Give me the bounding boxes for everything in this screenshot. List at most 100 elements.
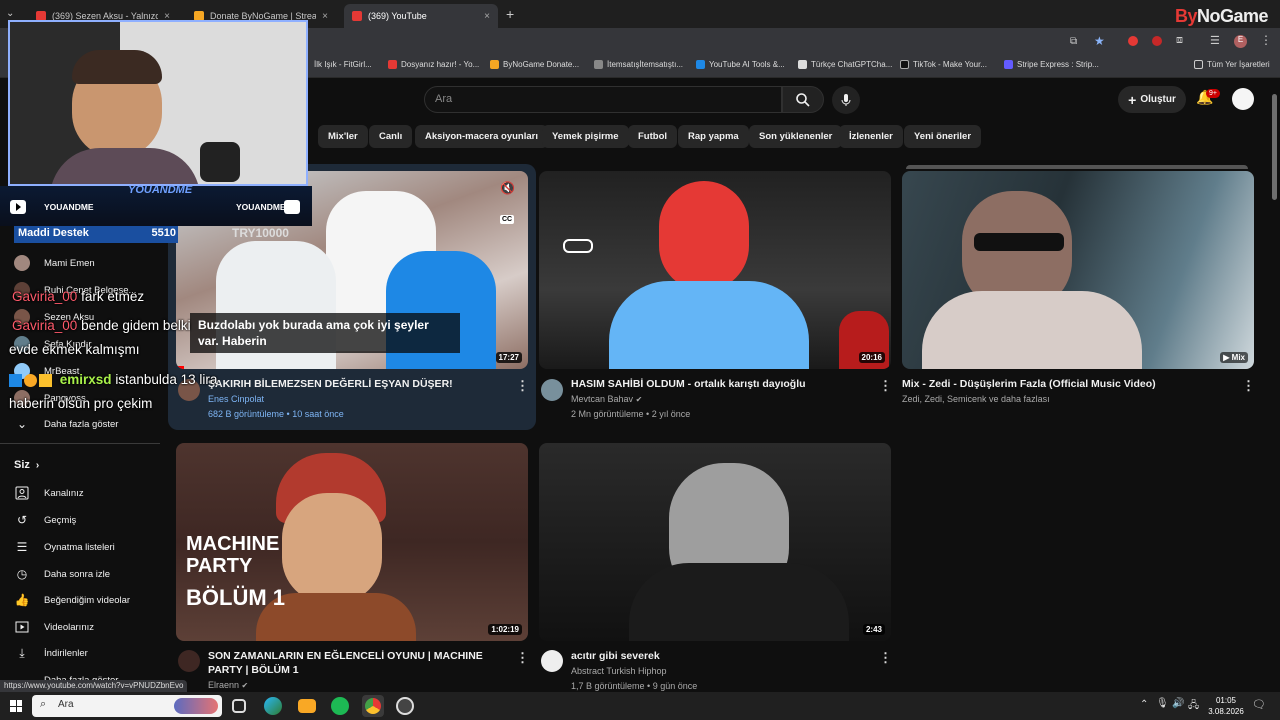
browser-menu-icon[interactable]: ⋮ bbox=[1260, 33, 1272, 47]
video-thumbnail[interactable]: 2:43 bbox=[539, 443, 891, 641]
windows-start-icon[interactable] bbox=[10, 700, 22, 712]
video-title[interactable]: SON ZAMANLARIN EN EĞLENCELİ OYUNU | MACH… bbox=[208, 649, 508, 677]
volume-icon[interactable]: 🔊 bbox=[1172, 698, 1184, 709]
create-button[interactable]: + Oluştur bbox=[1118, 86, 1186, 113]
chevron-down-icon: ⌄ bbox=[16, 417, 28, 431]
install-icon[interactable]: ⧉ bbox=[1070, 36, 1077, 47]
chip-mixes[interactable]: Mix'ler bbox=[318, 125, 368, 148]
video-title[interactable]: HASIM SAHİBİ OLDUM - ortalık karıştı day… bbox=[571, 377, 871, 391]
new-tab-button[interactable]: + bbox=[506, 6, 514, 22]
reading-list-icon[interactable]: ☰ bbox=[1210, 34, 1220, 47]
sidebar-item-playlists[interactable]: ☰ Oynatma listeleri bbox=[14, 539, 115, 555]
more-options-icon[interactable]: ⋮ bbox=[516, 378, 529, 394]
bookmark-label: İlk Işık - FitGirl... bbox=[314, 60, 372, 69]
bookmark-item[interactable]: İlk Işık - FitGirl... bbox=[314, 60, 372, 69]
sidebar-item-channel[interactable]: Kanalınız bbox=[14, 485, 84, 501]
close-icon[interactable]: × bbox=[322, 11, 328, 22]
cam-mic-shape bbox=[200, 142, 240, 182]
channel-name[interactable]: Elraenn ✔ bbox=[208, 678, 248, 693]
close-icon[interactable]: × bbox=[484, 11, 490, 22]
bookmark-item[interactable]: Stripe Express : Strip... bbox=[1004, 60, 1099, 69]
file-explorer-icon[interactable] bbox=[298, 699, 316, 713]
bookmark-item[interactable]: Türkçe ChatGPTCha... bbox=[798, 60, 892, 69]
avatar[interactable] bbox=[1232, 88, 1254, 110]
channel-name[interactable]: Mevtcan Bahav ✔ bbox=[571, 392, 642, 407]
chip-live[interactable]: Canlı bbox=[369, 125, 413, 148]
video-thumbnail[interactable]: ▶︎ Mix bbox=[902, 171, 1254, 369]
bookmark-item[interactable]: YouTube AI Tools &... bbox=[696, 60, 785, 69]
channel-icon bbox=[14, 485, 30, 501]
you-label: Siz bbox=[14, 459, 30, 471]
chat-badge-icon bbox=[24, 373, 37, 387]
video-title[interactable]: ŞAKIRIH BİLEMEZSEN DEĞERLİ EŞYAN DÜŞER! bbox=[208, 377, 508, 391]
search-button[interactable] bbox=[782, 86, 824, 113]
channel-name[interactable]: Abstract Turkish Hiphop bbox=[571, 664, 667, 678]
search-input[interactable]: Ara bbox=[424, 86, 782, 113]
chip-action-adventure[interactable]: Aksiyon-macera oyunları bbox=[415, 125, 548, 148]
more-options-icon[interactable]: ⋮ bbox=[879, 378, 892, 394]
sidebar-subscription[interactable]: Mami Emen bbox=[14, 255, 95, 271]
videos-icon bbox=[14, 619, 30, 635]
extension-icon[interactable] bbox=[1152, 36, 1162, 46]
video-thumbnail[interactable]: MACHINE PARTY BÖLÜM 1 1:02:19 bbox=[176, 443, 528, 641]
mic-icon bbox=[841, 94, 851, 106]
twitch-handle: YOUANDME bbox=[236, 202, 286, 212]
chip-football[interactable]: Futbol bbox=[628, 125, 678, 148]
more-options-icon[interactable]: ⋮ bbox=[1242, 378, 1255, 394]
sidebar-item-watch-later[interactable]: ◷ Daha sonra izle bbox=[14, 566, 110, 582]
bookmark-item[interactable]: TikTok - Make Your... bbox=[900, 60, 987, 69]
extension-icon[interactable] bbox=[1128, 36, 1138, 46]
page-scrollbar[interactable] bbox=[1272, 94, 1277, 200]
more-options-icon[interactable]: ⋮ bbox=[879, 650, 892, 666]
more-options-icon[interactable]: ⋮ bbox=[516, 650, 529, 666]
channel-name-label: Elraenn bbox=[208, 680, 240, 690]
thumbnail-text-line: BÖLÜM 1 bbox=[186, 585, 285, 610]
link-status-url: https://www.youtube.com/watch?v=vPNUDZbn… bbox=[0, 680, 188, 692]
clock-date: 3.08.2026 bbox=[1208, 707, 1244, 716]
sidebar-item-liked[interactable]: 👍 Beğendiğim videolar bbox=[14, 592, 131, 608]
chip-recently-uploaded[interactable]: Son yüklenenler bbox=[749, 125, 843, 148]
mute-icon[interactable]: 🔇 bbox=[500, 181, 515, 195]
channel-name[interactable]: Zedi, Zedi, Semicenk ve daha fazlası bbox=[902, 392, 1050, 406]
channel-avatar[interactable] bbox=[178, 650, 200, 672]
sidebar-you-header[interactable]: Siz › bbox=[14, 459, 39, 471]
download-icon: ⤓ bbox=[19, 645, 25, 660]
sidebar-item-downloads[interactable]: ⤓ İndirilenler bbox=[14, 645, 87, 661]
captions-icon[interactable]: CC bbox=[500, 215, 515, 224]
channel-avatar[interactable] bbox=[541, 379, 563, 401]
task-view-icon[interactable] bbox=[232, 699, 246, 713]
bookmark-item[interactable]: Dosyanız hazır! - Yo... bbox=[388, 60, 479, 69]
profile-avatar[interactable]: E bbox=[1234, 35, 1247, 48]
bookmark-item[interactable]: İtemsatışİtemsatıştı... bbox=[594, 60, 683, 69]
channel-name[interactable]: Enes Cinpolat bbox=[208, 392, 264, 406]
video-title[interactable]: acıtır gibi severek bbox=[571, 649, 871, 663]
sidebar-item-history[interactable]: ↺ Geçmiş bbox=[14, 512, 76, 528]
tab-youtube[interactable]: (369) YouTube × bbox=[344, 4, 498, 28]
chip-new-to-you[interactable]: Yeni öneriler bbox=[904, 125, 982, 148]
taskbar-clock[interactable]: 01:05 3.08.2026 bbox=[1206, 695, 1246, 717]
video-title[interactable]: Mix - Zedi - Düşüşlerim Fazla (Official … bbox=[902, 377, 1232, 391]
chip-rap[interactable]: Rap yapma bbox=[678, 125, 749, 148]
edge-icon[interactable] bbox=[264, 697, 282, 715]
network-icon[interactable]: 🖧 bbox=[1188, 698, 1199, 715]
tray-chevron-icon[interactable]: ⌃ bbox=[1140, 699, 1148, 710]
voice-search-button[interactable] bbox=[832, 86, 860, 114]
thumb-face-shape bbox=[659, 181, 749, 291]
sidebar-item-your-videos[interactable]: Videolarınız bbox=[14, 619, 94, 635]
all-bookmarks[interactable]: Tüm Yer İşaretleri bbox=[1194, 60, 1270, 69]
chip-cooking[interactable]: Yemek pişirme bbox=[542, 125, 629, 148]
spotify-icon[interactable] bbox=[331, 697, 349, 715]
bookmark-item[interactable]: ByNoGame Donate... bbox=[490, 60, 579, 69]
sidebar-show-more[interactable]: ⌄ Daha fazla göster bbox=[14, 416, 119, 432]
chrome-taskbar-button[interactable] bbox=[362, 695, 384, 717]
channel-avatar[interactable] bbox=[541, 650, 563, 672]
video-thumbnail[interactable]: 20:16 bbox=[539, 171, 891, 369]
obs-icon[interactable] bbox=[396, 697, 414, 715]
chip-watched[interactable]: İzlenenler bbox=[839, 125, 903, 148]
microphone-tray-icon[interactable]: 🎙 bbox=[1156, 698, 1169, 709]
bookmark-star-icon[interactable]: ★ bbox=[1094, 34, 1105, 48]
extensions-puzzle-icon[interactable]: ⧈ bbox=[1176, 34, 1183, 47]
notification-center-icon[interactable]: 🗨 bbox=[1252, 698, 1266, 711]
tab-search-icon[interactable]: ⌄ bbox=[6, 8, 14, 19]
taskbar-search-input[interactable]: ⌕ Ara bbox=[32, 695, 222, 717]
